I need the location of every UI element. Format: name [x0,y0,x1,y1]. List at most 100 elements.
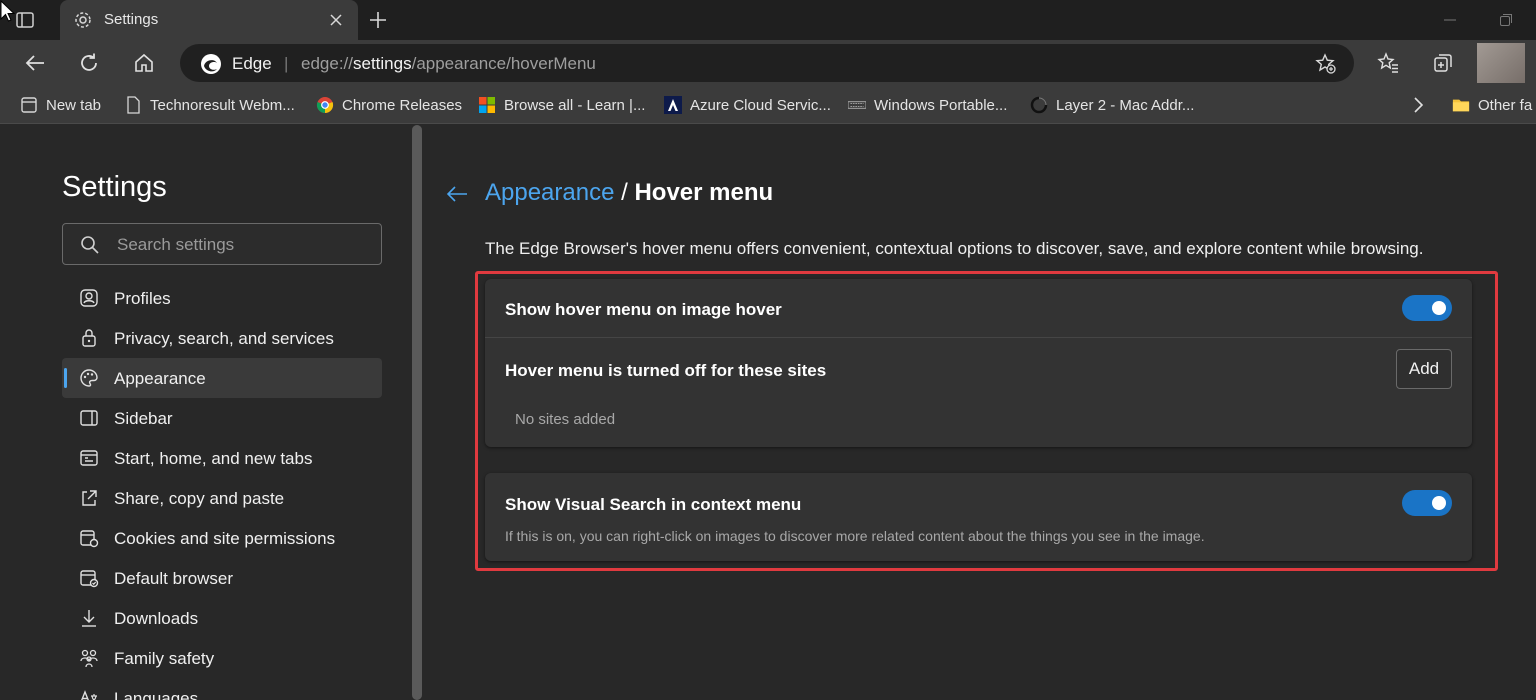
add-site-button[interactable]: Add [1396,349,1452,389]
chrome-icon [316,96,334,114]
bookmark-windows-portable[interactable]: Windows Portable... [848,94,1007,116]
sidebar-item-label: Appearance [114,369,206,388]
tab-actions-icon[interactable] [14,9,36,31]
sidebar-item-label: Profiles [114,289,171,308]
sidebar-item-label: Cookies and site permissions [114,529,336,548]
hover-menu-toggle[interactable] [1402,295,1452,321]
restore-icon[interactable] [1496,10,1516,30]
sidebar-item-label: Start, home, and new tabs [114,449,313,468]
bookmark-label: Other fa [1478,96,1533,114]
collections-icon[interactable] [1430,50,1456,76]
refresh-icon[interactable] [76,50,102,76]
bookmark-label: Technoresult Webm... [150,96,295,114]
toggle-knob [1432,301,1446,315]
home-tabs-icon [78,447,100,469]
tab-strip: Settings [0,0,1536,40]
settings-nav: Profiles Privacy, search, and services A… [62,278,382,700]
sidebar-item-appearance[interactable]: Appearance [62,358,382,398]
bookmark-browse-all[interactable]: Browse all - Learn |... [478,94,645,116]
close-icon[interactable] [326,10,346,30]
toggle-knob [1432,496,1446,510]
home-icon[interactable] [131,50,157,76]
lock-icon [78,327,100,349]
sidebar-item-family-safety[interactable]: Family safety [62,638,382,678]
cookies-icon [78,527,100,549]
bookmark-label: Chrome Releases [342,96,463,114]
folder-icon [1452,96,1470,114]
bookmarks-bar: New tab Technoresult Webm... Chrome Rele… [0,86,1536,124]
hover-menu-toggle-label: Show hover menu on image hover [505,300,782,319]
visual-search-toggle[interactable] [1402,490,1452,516]
visual-search-card: Show Visual Search in context menu If th… [485,473,1472,561]
back-arrow-icon[interactable] [444,181,470,207]
download-icon [78,607,100,629]
sidebar-item-profiles[interactable]: Profiles [62,278,382,318]
sidebar-item-downloads[interactable]: Downloads [62,598,382,638]
favorites-icon[interactable] [1375,50,1401,76]
bookmark-chrome-releases[interactable]: Chrome Releases [316,94,462,116]
page-icon [124,96,142,114]
microsoft-icon [478,96,496,114]
sidebar-item-label: Share, copy and paste [114,489,285,508]
family-icon [78,647,100,669]
sidebar-item-label: Downloads [114,609,199,628]
address-separator: | [284,54,289,73]
mouse-cursor-icon [0,0,16,24]
sidebar-item-languages[interactable]: Languages [62,678,382,700]
toolbar: Edge | edge://settings/appearance/hoverM… [0,40,1536,86]
edge-logo-icon [200,53,222,75]
back-arrow-icon[interactable] [22,50,48,76]
breadcrumb: Appearance / Hover menu [485,179,773,207]
visual-search-description: If this is on, you can right-click on im… [505,528,1205,544]
sidebar-item-default-browser[interactable]: Default browser [62,558,382,598]
bookmark-label: New tab [46,96,102,114]
sidebar-item-share[interactable]: Share, copy and paste [62,478,382,518]
avatar[interactable] [1477,43,1525,83]
sidebar-item-label: Languages [114,689,199,700]
palette-icon [78,367,100,389]
sidebar-icon [78,407,100,429]
bookmark-label: Windows Portable... [874,96,1008,114]
spinner-icon [1030,96,1048,114]
settings-sidebar: Settings Profiles Privacy, search, and s… [0,125,412,700]
no-sites-text: No sites added [515,411,616,428]
search-icon [79,234,101,256]
sidebar-item-label: Default browser [114,569,234,588]
azure-icon [664,96,682,114]
bookmark-label: Layer 2 - Mac Addr... [1056,96,1195,114]
tab-settings[interactable]: Settings [60,0,358,40]
sidebar-item-privacy[interactable]: Privacy, search, and services [62,318,382,358]
languages-icon [78,687,100,700]
bookmark-layer2[interactable]: Layer 2 - Mac Addr... [1030,94,1194,116]
new-tab-icon [20,96,38,114]
bookmark-other-favorites[interactable]: Other fa [1452,94,1532,116]
breadcrumb-appearance-link[interactable]: Appearance [485,179,614,206]
turned-off-sites-label: Hover menu is turned off for these sites [505,361,827,380]
new-tab-plus-icon[interactable] [366,8,390,32]
search-input[interactable] [117,233,367,257]
sidebar-item-label: Family safety [114,649,215,668]
chevron-right-icon[interactable] [1408,94,1428,116]
address-bar[interactable]: Edge | edge://settings/appearance/hoverM… [180,44,1354,82]
sidebar-item-cookies[interactable]: Cookies and site permissions [62,518,382,558]
sidebar-item-start-home[interactable]: Start, home, and new tabs [62,438,382,478]
settings-main: Appearance / Hover menu The Edge Browser… [422,125,1536,700]
visual-search-label: Show Visual Search in context menu [505,495,802,514]
tab-title: Settings [104,11,159,28]
search-box[interactable] [62,223,382,265]
bookmark-azure[interactable]: Azure Cloud Servic... [664,94,831,116]
share-icon [78,487,100,509]
add-favorite-icon[interactable] [1314,52,1338,76]
settings-title: Settings [62,171,167,203]
bookmark-technoresult[interactable]: Technoresult Webm... [124,94,295,116]
breadcrumb-separator: / [621,179,628,206]
sidebar-item-sidebar[interactable]: Sidebar [62,398,382,438]
hover-menu-card: Show hover menu on image hover Hover men… [485,279,1472,447]
sidebar-item-label: Privacy, search, and services [114,329,334,348]
minimize-icon[interactable] [1440,10,1460,30]
sidebar-scrollbar[interactable] [412,125,422,700]
url-text[interactable]: edge://settings/appearance/hoverMenu [301,54,596,74]
windows-portable-icon [848,96,866,114]
page-description: The Edge Browser's hover menu offers con… [485,239,1424,258]
bookmark-new-tab[interactable]: New tab [20,94,101,116]
